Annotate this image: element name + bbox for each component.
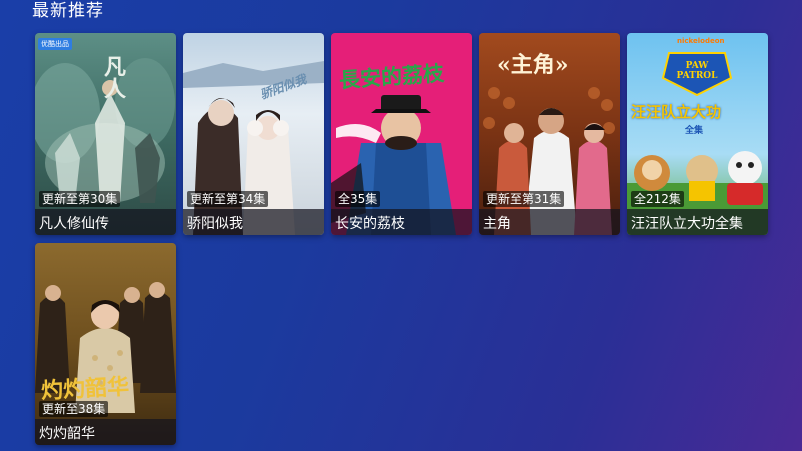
card-caption: 长安的荔枝 [331,209,472,235]
video-card-pawpatrol[interactable]: nickelodeon PAW PATROL 汪汪队立大功 全集 全212集 汪… [627,33,768,235]
card-caption: 凡人修仙传 [35,209,176,235]
episode-badge: 全35集 [335,191,381,207]
card-caption: 主角 [479,209,620,235]
card-caption: 骄阳似我 [183,209,324,235]
card-title: 主角 [483,216,511,232]
episode-badge: 全212集 [631,191,684,207]
episode-badge: 更新至第31集 [483,191,565,207]
youku-tag: 优酷出品 [38,38,72,50]
card-title: 凡人修仙传 [39,216,109,232]
poster-subtitle-text: 全集 [685,126,704,136]
card-title: 汪汪队立大功全集 [631,216,743,232]
episode-badge: 更新至38集 [39,401,109,417]
poster-title-text: 凡人 [100,55,126,99]
video-card-changan[interactable]: 長安的荔枝 全35集 长安的荔枝 [331,33,472,235]
video-card-fanren[interactable]: 优酷出品 凡人 更新至第30集 凡人修仙传 [35,33,176,235]
brand-logo-text: nickelodeon [677,37,725,45]
video-card-zhuozhuo[interactable]: 灼灼韶华 更新至38集 灼灼韶华 [35,243,176,445]
poster-title-text: «主角» [497,52,569,78]
card-title: 灼灼韶华 [39,426,95,442]
episode-badge: 更新至第30集 [39,191,121,207]
card-caption: 汪汪队立大功全集 [627,209,768,235]
logo-text: PAW PATROL [676,61,718,81]
video-card-zhujue[interactable]: «主角» 更新至第31集 主角 [479,33,620,235]
poster-title-text: 灼灼韶华 [40,373,130,405]
card-caption: 灼灼韶华 [35,419,176,445]
section-title: 最新推荐 [32,1,104,21]
card-title: 骄阳似我 [187,216,243,232]
episode-badge: 更新至第34集 [187,191,269,207]
card-title: 长安的荔枝 [335,216,405,232]
video-card-jiaoyang[interactable]: 骄阳似我 更新至第34集 骄阳似我 [183,33,324,235]
poster-title-text: 汪汪队立大功 [631,103,722,121]
